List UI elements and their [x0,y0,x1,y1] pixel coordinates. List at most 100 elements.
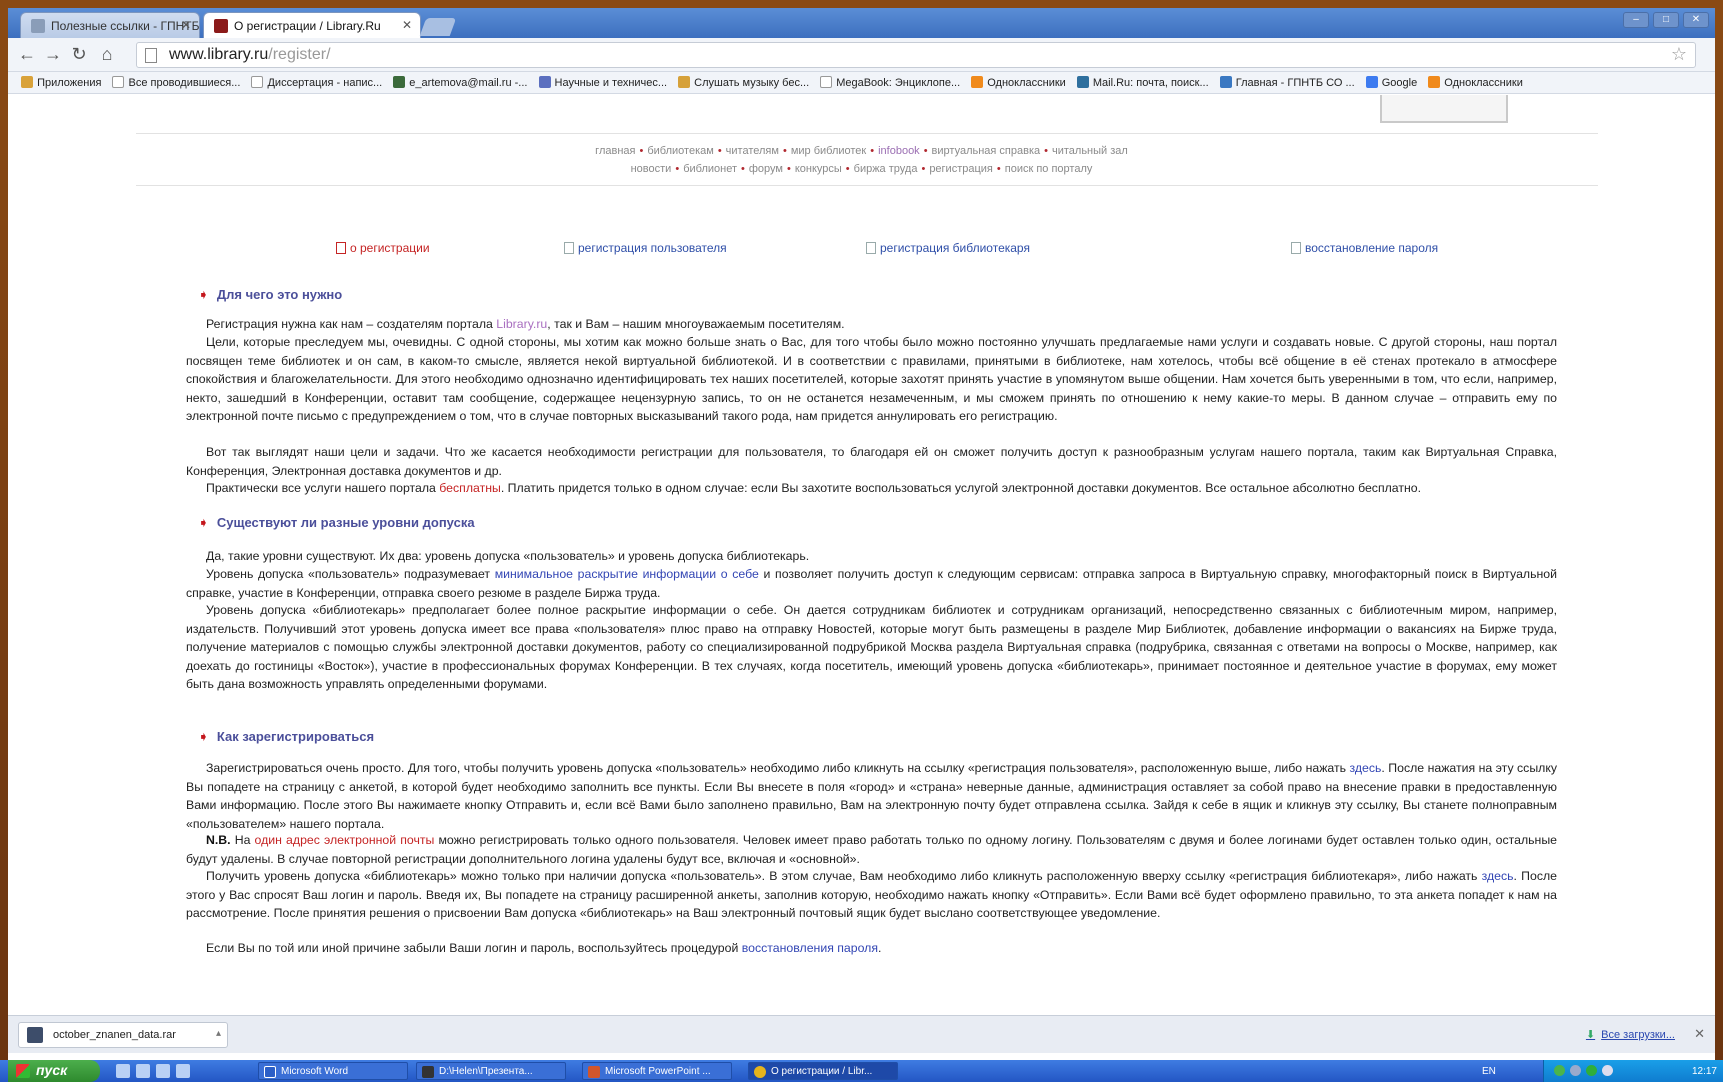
register-librarian-here-link[interactable]: здесь [1482,869,1514,883]
bookmark-item[interactable]: Google [1365,76,1417,89]
minimize-icon[interactable]: – [1623,12,1649,28]
nav-separator-icon: • [717,145,722,157]
nav-link[interactable]: конкурсы [795,163,842,175]
paragraph: Уровень допуска «библиотекарь» предполаг… [186,603,1557,691]
start-button[interactable]: пуск [8,1060,100,1082]
new-tab-button[interactable] [419,18,457,36]
download-item[interactable]: october_znanen_data.rar ▴ [18,1022,228,1048]
register-user-here-link[interactable]: здесь [1349,761,1381,775]
odnoklassniki-icon [971,76,984,88]
quick-launch [116,1064,190,1078]
volume-icon[interactable] [1570,1065,1581,1076]
link-label: о регистрации [350,241,430,255]
section-heading-how: ➧ Как зарегистрироваться [198,729,374,745]
taskbar-explorer[interactable]: D:\Helen\Презента... [416,1062,566,1080]
bookmark-item[interactable]: Научные и техничес... [538,76,668,89]
nav-link[interactable]: биржа труда [854,163,918,175]
link-label: регистрация пользователя [578,241,727,255]
antivirus-icon[interactable] [1586,1065,1597,1076]
nav-separator-icon: • [923,145,928,157]
paragraph: Уровень допуска «пользователь» подразуме… [186,565,1557,602]
taskbar-word[interactable]: Microsoft Word [258,1062,408,1080]
nav-link[interactable]: поиск по порталу [1005,163,1093,175]
bookmark-item[interactable]: Слушать музыку бес... [678,76,809,89]
taskbar-chrome[interactable]: О регистрации / Libr... [748,1062,898,1080]
bookmark-label: MegaBook: Энциклопе... [836,77,961,89]
library-ru-link[interactable]: Library.ru [496,317,547,331]
close-icon[interactable]: ✕ [1694,1026,1705,1042]
taskbar-label: D:\Helen\Презента... [439,1066,533,1077]
nav-link[interactable]: читальный зал [1052,145,1128,157]
language-indicator[interactable]: EN [1482,1066,1496,1077]
nav-link[interactable]: новости [631,163,672,175]
show-desktop-icon[interactable] [116,1064,130,1078]
bookmark-label: Одноклассники [987,77,1066,89]
chevron-up-icon[interactable]: ▴ [216,1028,221,1039]
bookmark-item[interactable]: Одноклассники [1428,76,1523,89]
bookmark-item[interactable]: e_artemova@mail.ru -... [393,76,527,89]
bookmark-item[interactable]: Mail.Ru: почта, поиск... [1076,76,1209,89]
nav-separator-icon: • [845,163,850,175]
forward-arrow-icon[interactable]: → [42,44,64,65]
reg-librarian-link[interactable]: регистрация библиотекаря [866,241,1030,255]
reg-about-link[interactable]: о регистрации [336,241,430,255]
reload-icon[interactable]: ↻ [68,44,90,65]
network-icon[interactable] [1554,1065,1565,1076]
red-arrow-bullet-icon: ➧ [198,729,209,744]
bookmark-label: Научные и техничес... [554,77,668,89]
one-email-link[interactable]: один адрес электронной почты [255,833,435,847]
tab-useful-links[interactable]: Полезные ссылки - ГПНТБ ✕ [20,12,200,38]
nav-link[interactable]: библионет [683,163,737,175]
bookmark-apps[interactable]: Приложения [21,76,101,89]
nav-separator-icon: • [782,145,787,157]
close-window-icon[interactable]: ✕ [1683,12,1709,28]
nav-link[interactable]: форум [749,163,783,175]
nav-link[interactable]: infobook [878,145,920,157]
paragraph: Да, такие уровни существуют. Их два: уро… [206,549,810,563]
nav-link[interactable]: мир библиотек [791,145,866,157]
taskbar-powerpoint[interactable]: Microsoft PowerPoint ... [582,1062,732,1080]
nav-link[interactable]: регистрация [929,163,993,175]
url-path: /register/ [268,46,331,63]
address-bar[interactable]: www.library.ru/register/ ☆ [136,42,1696,68]
close-icon[interactable]: ✕ [402,18,412,32]
text: Зарегистрироваться очень просто. Для тог… [206,761,1350,775]
tab-registration[interactable]: О регистрации / Library.Ru ✕ [203,12,421,38]
text: . [878,941,882,955]
folder-icon [422,1066,434,1078]
reg-user-link[interactable]: регистрация пользователя [564,241,727,255]
powerpoint-icon [588,1066,600,1078]
library-favicon-icon [214,19,228,33]
all-downloads-link[interactable]: ⬇ Все загрузки... [1586,1028,1675,1041]
apps-grid-icon [21,76,34,88]
link-label: регистрация библиотекаря [880,241,1030,255]
nav-separator-icon: • [740,163,745,175]
page-icon [866,242,876,254]
home-icon[interactable]: ⌂ [96,44,118,65]
close-icon[interactable]: ✕ [181,18,191,32]
tab-label: Полезные ссылки - ГПНТБ [51,19,200,33]
explorer-icon[interactable] [136,1064,150,1078]
bookmark-item[interactable]: MegaBook: Энциклопе... [820,76,960,89]
nav-link[interactable]: виртуальная справка [932,145,1041,157]
bookmark-label: Одноклассники [1444,77,1523,89]
nav-link[interactable]: главная [595,145,635,157]
free-services-link[interactable]: бесплатны [439,481,501,495]
browser-icon[interactable] [156,1064,170,1078]
maximize-icon[interactable]: □ [1653,12,1679,28]
main-nav-row-1: главная • библиотекам • читателям • мир библио… [8,145,1715,157]
bookmark-item[interactable]: Все проводившиеся... [112,76,240,89]
restore-password-link[interactable]: восстановление пароля [1291,241,1438,255]
nav-link[interactable]: библиотекам [647,145,713,157]
app-icon[interactable] [176,1064,190,1078]
back-arrow-icon[interactable]: ← [16,44,38,65]
bookmark-star-icon[interactable]: ☆ [1671,44,1687,65]
safely-remove-icon[interactable] [1602,1065,1613,1076]
password-restore-link[interactable]: восстановления пароля [742,941,878,955]
nav-link[interactable]: читателям [726,145,779,157]
minimal-info-link[interactable]: минимальное раскрытие информации о себе [495,567,759,581]
bookmark-item[interactable]: Главная - ГПНТБ СО ... [1219,76,1355,89]
text: Получить уровень допуска «библиотекарь» … [206,869,1482,883]
bookmark-item[interactable]: Одноклассники [971,76,1066,89]
bookmark-item[interactable]: Диссертация - напис... [251,76,382,89]
